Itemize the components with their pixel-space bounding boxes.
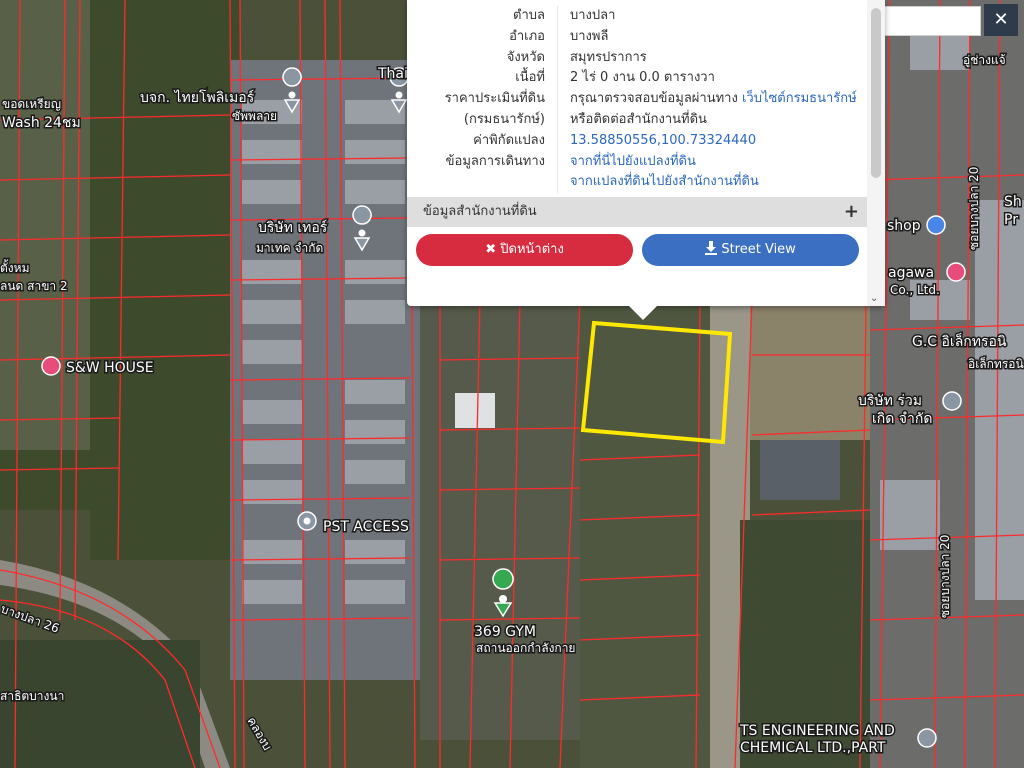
building-roof [760, 440, 840, 500]
info-label: ตำบล [513, 8, 545, 23]
place-label: เกิด จำกัด [872, 411, 932, 427]
info-value-text: กรุณาตรวจสอบข้อมูลผ่านทาง [570, 91, 738, 107]
place-label: Pr [1004, 212, 1018, 228]
place-label: TS ENGINEERING AND [739, 723, 895, 739]
download-icon [705, 241, 718, 255]
info-label: ข้อมูลการเดินทาง [445, 153, 545, 169]
place-label: G.C อิเล็กทรอนิ [912, 332, 1007, 350]
info-value: 2 ไร่ 0 งาน 0.0 ตารางวา [557, 68, 867, 90]
info-row: ข้อมูลการเดินทาง จากที่นี่ไปยังแปลงที่ดิน [407, 151, 867, 173]
directions-to-parcel-link[interactable]: จากที่นี่ไปยังแปลงที่ดิน [570, 154, 696, 169]
directions-to-office-link[interactable]: จากแปลงที่ดินไปยังสำนักงานที่ดิน [570, 174, 759, 189]
field-area [580, 300, 730, 768]
info-row: ตำบล บางปลา [407, 6, 867, 27]
info-row: เนื้อที่ 2 ไร่ 0 งาน 0.0 ตารางวา [407, 68, 867, 90]
info-row: จังหวัด สมุทรปราการ [407, 47, 867, 69]
info-label: เนื้อที่ [515, 70, 545, 86]
place-label: บจก. ไทยโพลิเมอร์ [140, 89, 255, 106]
land-office-section-toggle[interactable]: ข้อมูลสำนักงานที่ดิน + [407, 197, 867, 227]
place-label: ตั้งหม [0, 259, 29, 275]
info-value: หรือติดต่อสำนักงานที่ดิน [557, 109, 867, 131]
place-label: Sh [1004, 194, 1022, 210]
info-label: อำเภอ [509, 28, 545, 44]
road-label: ซอยบางปลา 20 [938, 535, 952, 618]
place-label: CHEMICAL LTD.,PART [740, 740, 886, 756]
map-pin-icon[interactable] [297, 511, 317, 531]
shop-pin-icon[interactable] [946, 262, 966, 282]
close-window-button[interactable]: ✖ ปิดหน้าต่าง [416, 234, 633, 266]
road-label: ซอยบางปลา 20 [967, 167, 981, 250]
map-pin-icon[interactable] [917, 728, 937, 748]
place-label: Wash 24ชม [2, 115, 81, 131]
info-row: ค่าพิกัดแปลง 13.58850556,100.73324440 [407, 130, 867, 152]
info-label: ราคาประเมินที่ดิน [444, 91, 545, 107]
place-label: 369 GYM [474, 624, 536, 640]
coordinates-link[interactable]: 13.58850556,100.73324440 [570, 133, 756, 148]
bottom-left-trees [0, 640, 200, 768]
place-label: สถานออกกำลังกาย [476, 641, 575, 655]
info-label: จังหวัด [506, 49, 545, 65]
info-value: สมุทรปราการ [557, 47, 867, 69]
info-value: กรุณาตรวจสอบข้อมูลผ่านทาง เว็บไซต์กรมธนา… [557, 89, 867, 110]
popup-scrollbar[interactable]: ⌄ [867, 0, 885, 306]
place-label: Co., Ltd. [890, 283, 940, 297]
parcel-info-popup: ตำบล บางปลา อำเภอ บางพลี จังหวัด สมุทรปรากา… [407, 0, 885, 320]
info-label: (กรมธนารักษ์) [463, 111, 545, 127]
place-label: ขอดเหรียญ [2, 97, 61, 111]
treasury-website-link[interactable]: เว็บไซต์กรมธนารักษ์ [742, 91, 857, 106]
place-label: Thai [377, 66, 408, 82]
close-search-button[interactable]: ✕ [984, 4, 1018, 36]
chevron-down-icon[interactable]: ⌄ [870, 293, 878, 304]
tree-patch [0, 450, 220, 510]
place-label: อู่ช่างแจ้ [963, 53, 1006, 68]
plus-icon[interactable]: + [844, 197, 859, 227]
place-label: มาเทค จำกัด [256, 241, 323, 255]
info-label [407, 172, 558, 193]
place-label: shop [887, 218, 921, 234]
shop-pin-icon[interactable] [41, 356, 61, 376]
land-office-section-label: ข้อมูลสำนักงานที่ดิน [423, 204, 537, 219]
info-row: จากแปลงที่ดินไปยังสำนักงานที่ดิน [407, 172, 867, 194]
white-roof [455, 393, 495, 428]
place-label: PST ACCESS [323, 519, 409, 535]
info-value: บางปลา [557, 6, 867, 27]
place-label: ซัพพลาย [232, 109, 277, 123]
info-row: อำเภอ บางพลี [407, 26, 867, 48]
info-row: ราคาประเมินที่ดิน กรุณาตรวจสอบข้อมูลผ่านท… [407, 89, 867, 110]
open-lot [750, 300, 870, 440]
place-label: บริษัท ร่วม [858, 393, 922, 409]
info-label: ค่าพิกัดแปลง [473, 132, 545, 148]
road-label: สาธิตบางนา [0, 689, 64, 703]
place-label: บริษัท เทอร์ [258, 219, 328, 236]
street-view-label: Street View [721, 242, 796, 257]
close-icon: ✖ [485, 242, 497, 257]
map-pin-icon[interactable] [942, 391, 962, 411]
parcel-info-table: ตำบล บางปลา อำเภอ บางพลี จังหวัด สมุทรปรากา… [407, 6, 867, 194]
info-row: (กรมธนารักษ์) หรือติดต่อสำนักงานที่ดิน [407, 109, 867, 131]
shop-pin-icon[interactable] [926, 215, 946, 235]
street-view-button[interactable]: Street View [642, 234, 859, 266]
place-label: อิเล็กทรอนิ [968, 356, 1024, 371]
info-value: บางพลี [557, 26, 867, 48]
place-label: agawa [888, 265, 934, 281]
close-window-label: ปิดหน้าต่าง [500, 242, 564, 257]
residential-block [420, 300, 580, 740]
place-label: ลนด สาขา 2 [0, 279, 68, 293]
place-label: S&W HOUSE [66, 360, 154, 376]
scrollbar-thumb[interactable] [871, 8, 881, 178]
